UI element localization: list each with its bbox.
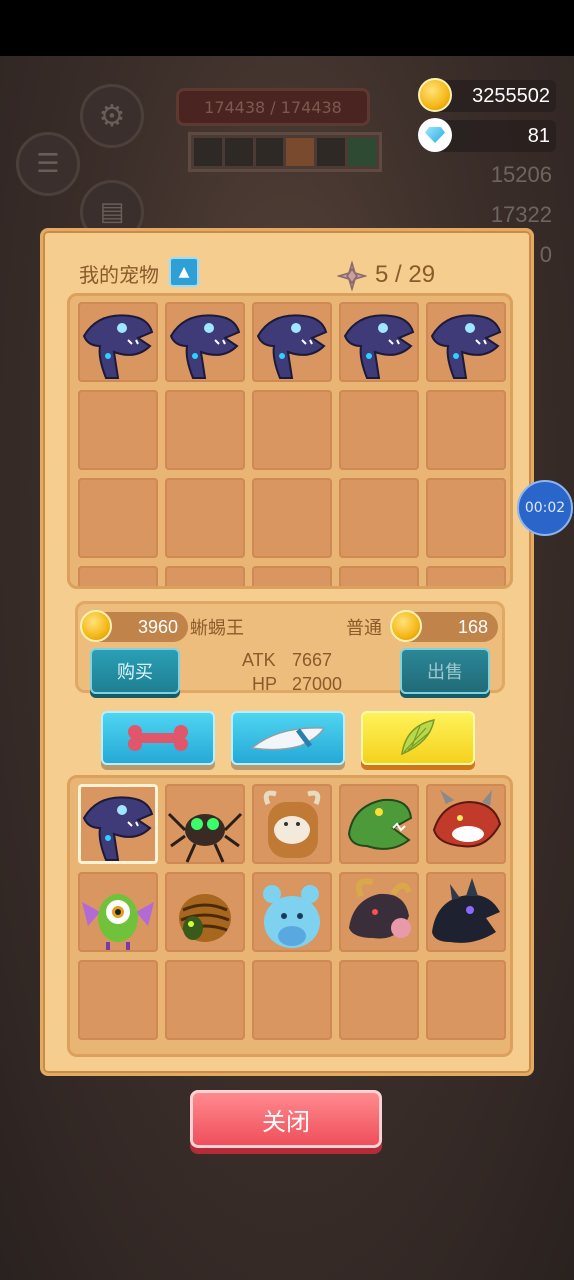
empty-pet-slot[interactable] bbox=[252, 390, 332, 470]
settings-button[interactable]: ⚙ bbox=[80, 84, 144, 148]
wing-icon bbox=[401, 719, 435, 756]
pet-panel: 我的宠物 ▲ 5 / 29 3960 蜥蜴王 普通 168 购买 ATK 766… bbox=[40, 228, 534, 1076]
gold-coin-icon bbox=[390, 610, 422, 642]
pet-slot-shadow-dragon[interactable] bbox=[426, 872, 506, 952]
sell-button[interactable]: 出售 bbox=[400, 648, 490, 694]
category-fang-tab[interactable] bbox=[231, 711, 345, 765]
empty-pet-slot[interactable] bbox=[165, 390, 245, 470]
sort-button[interactable]: ▲ bbox=[169, 257, 199, 287]
equipment-slots bbox=[188, 132, 382, 172]
pet-slot-beast-bull[interactable] bbox=[252, 784, 332, 864]
hp-label: HP bbox=[252, 674, 278, 694]
spider-icon bbox=[167, 812, 243, 863]
pet-slot-raptor-purple[interactable] bbox=[426, 302, 506, 382]
pet-slot-beetle[interactable] bbox=[165, 872, 245, 952]
empty-pet-slot[interactable] bbox=[339, 390, 419, 470]
crocodile-green-icon bbox=[347, 798, 413, 850]
player-hp-bar: 174438 / 174438 bbox=[176, 88, 370, 126]
empty-pet-slot[interactable] bbox=[426, 478, 506, 558]
pet-slot-horned-dragon[interactable] bbox=[339, 872, 419, 952]
sell-price: 168 bbox=[390, 610, 498, 642]
spiderweb-icon bbox=[337, 261, 367, 291]
empty-pet-slot[interactable] bbox=[426, 960, 506, 1040]
empty-pet-slot[interactable] bbox=[165, 478, 245, 558]
pet-slot-blue-blob[interactable] bbox=[252, 872, 332, 952]
empty-pet-slot[interactable] bbox=[252, 566, 332, 586]
gold-coin-icon bbox=[80, 610, 112, 642]
pet-slot-dragon-red[interactable] bbox=[426, 784, 506, 864]
raptor-purple-icon bbox=[169, 314, 241, 379]
empty-pet-slot[interactable] bbox=[165, 566, 245, 586]
empty-pet-slot[interactable] bbox=[339, 960, 419, 1040]
pet-info-bar: 3960 蜥蜴王 普通 168 购买 ATK 7667 HP 27000 出售 bbox=[75, 601, 505, 694]
tasks-button[interactable]: ☰ bbox=[16, 132, 80, 196]
gem-icon bbox=[418, 118, 452, 152]
pet-capacity: 5 / 29 bbox=[375, 261, 436, 288]
empty-pet-slot[interactable] bbox=[78, 390, 158, 470]
gold-coin-icon bbox=[418, 78, 452, 112]
empty-pet-slot[interactable] bbox=[339, 478, 419, 558]
category-wing-tab[interactable] bbox=[361, 711, 475, 765]
raptor-purple-icon bbox=[430, 314, 502, 379]
fang-icon bbox=[250, 727, 326, 751]
empty-pet-slot[interactable] bbox=[78, 960, 158, 1040]
atk-label: ATK bbox=[242, 650, 276, 670]
stat-defense: 17322 bbox=[490, 202, 552, 227]
category-bone-tab[interactable] bbox=[101, 711, 215, 765]
pet-rarity: 普通 bbox=[346, 618, 382, 639]
horned-dragon-icon bbox=[349, 878, 412, 939]
buy-button[interactable]: 购买 bbox=[90, 648, 180, 694]
empty-pet-slot[interactable] bbox=[252, 960, 332, 1040]
triangle-up-icon: ▲ bbox=[178, 264, 190, 280]
shadow-dragon-icon bbox=[432, 878, 500, 943]
hp-value: 27000 bbox=[292, 674, 343, 694]
pet-slot-raptor-purple[interactable] bbox=[339, 302, 419, 382]
beetle-icon bbox=[179, 894, 231, 942]
timer-badge[interactable]: 00:02 bbox=[517, 480, 573, 536]
pet-slot-raptor-purple[interactable] bbox=[165, 302, 245, 382]
hp-text: 174438 / 174438 bbox=[204, 97, 342, 117]
book-icon: ▤ bbox=[99, 197, 125, 227]
empty-pet-slot[interactable] bbox=[252, 478, 332, 558]
gold-counter: 3255502 bbox=[418, 78, 556, 112]
raptor-purple-icon bbox=[82, 796, 154, 861]
empty-pet-slot[interactable] bbox=[426, 566, 506, 586]
empty-pet-slot[interactable] bbox=[339, 566, 419, 586]
gear-icon: ⚙ bbox=[98, 98, 126, 134]
atk-value: 7667 bbox=[292, 650, 333, 670]
pet-slot-spider[interactable] bbox=[165, 784, 245, 864]
pet-slot-crocodile-green[interactable] bbox=[339, 784, 419, 864]
raptor-purple-icon bbox=[82, 314, 154, 379]
pet-slot-raptor-purple[interactable] bbox=[78, 784, 158, 864]
dragon-red-icon bbox=[432, 790, 502, 848]
pet-name: 蜥蜴王 bbox=[190, 618, 244, 639]
bone-icon bbox=[128, 725, 188, 751]
empty-pet-slot[interactable] bbox=[426, 390, 506, 470]
close-button[interactable]: 关闭 bbox=[190, 1090, 382, 1148]
stat-extra: 0 bbox=[539, 242, 552, 267]
empty-pet-slot[interactable] bbox=[78, 478, 158, 558]
gem-counter: 81 bbox=[418, 118, 556, 152]
owned-pets-grid[interactable] bbox=[67, 293, 513, 589]
raptor-purple-icon bbox=[343, 314, 415, 379]
pet-slot-eyeball-bat[interactable] bbox=[78, 872, 158, 952]
eyeball-bat-icon bbox=[82, 894, 154, 950]
beast-bull-icon bbox=[263, 790, 321, 858]
buy-price: 3960 bbox=[80, 610, 188, 642]
pet-shop-grid[interactable] bbox=[67, 775, 513, 1057]
stat-attack: 15206 bbox=[490, 162, 552, 187]
empty-pet-slot[interactable] bbox=[78, 566, 158, 586]
blue-blob-icon bbox=[263, 885, 320, 948]
empty-pet-slot[interactable] bbox=[165, 960, 245, 1040]
pet-slot-raptor-purple[interactable] bbox=[252, 302, 332, 382]
raptor-purple-icon bbox=[256, 314, 328, 379]
tasks-icon: ☰ bbox=[36, 149, 60, 179]
pet-slot-raptor-purple[interactable] bbox=[78, 302, 158, 382]
panel-title: 我的宠物 bbox=[79, 263, 159, 287]
